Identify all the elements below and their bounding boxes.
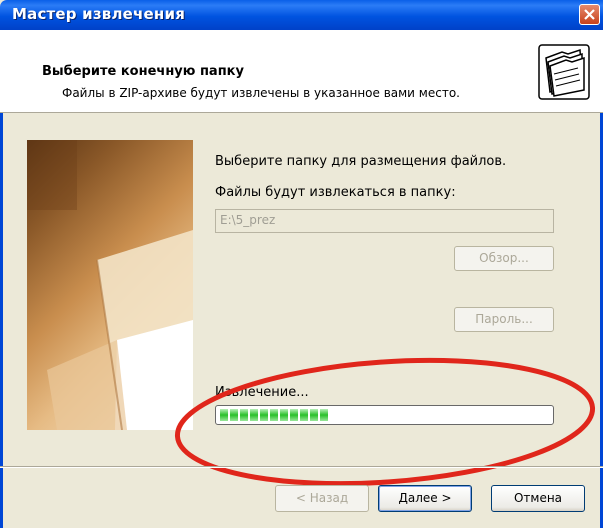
close-icon <box>584 9 595 20</box>
paper-folder-graphic <box>27 140 193 430</box>
title-bar: Мастер извлечения <box>0 0 603 30</box>
back-button[interactable]: < Назад <box>275 485 369 512</box>
browse-button[interactable]: Обзор... <box>454 246 554 271</box>
instruction-text: Выберите папку для размещения файлов. <box>215 154 507 169</box>
password-button[interactable]: Пароль... <box>454 307 554 332</box>
footer-separator <box>0 466 603 468</box>
next-button[interactable]: Далее > <box>378 485 472 512</box>
close-button[interactable] <box>579 4 600 25</box>
red-annotation-ellipse <box>174 357 596 487</box>
cancel-button[interactable]: Отмена <box>491 485 585 512</box>
window-title: Мастер извлечения <box>12 5 186 23</box>
destination-folder-field[interactable]: E:\5_prez <box>215 209 554 233</box>
folder-label: Файлы будут извлекаться в папку: <box>215 185 456 200</box>
zip-folders-icon <box>538 44 590 100</box>
wizard-header: Выберите конечную папку Файлы в ZIP-архи… <box>0 30 603 113</box>
wizard-side-image <box>27 140 193 430</box>
header-subtitle: Файлы в ZIP-архиве будут извлечены в ука… <box>62 86 460 100</box>
header-title: Выберите конечную папку <box>42 64 244 79</box>
